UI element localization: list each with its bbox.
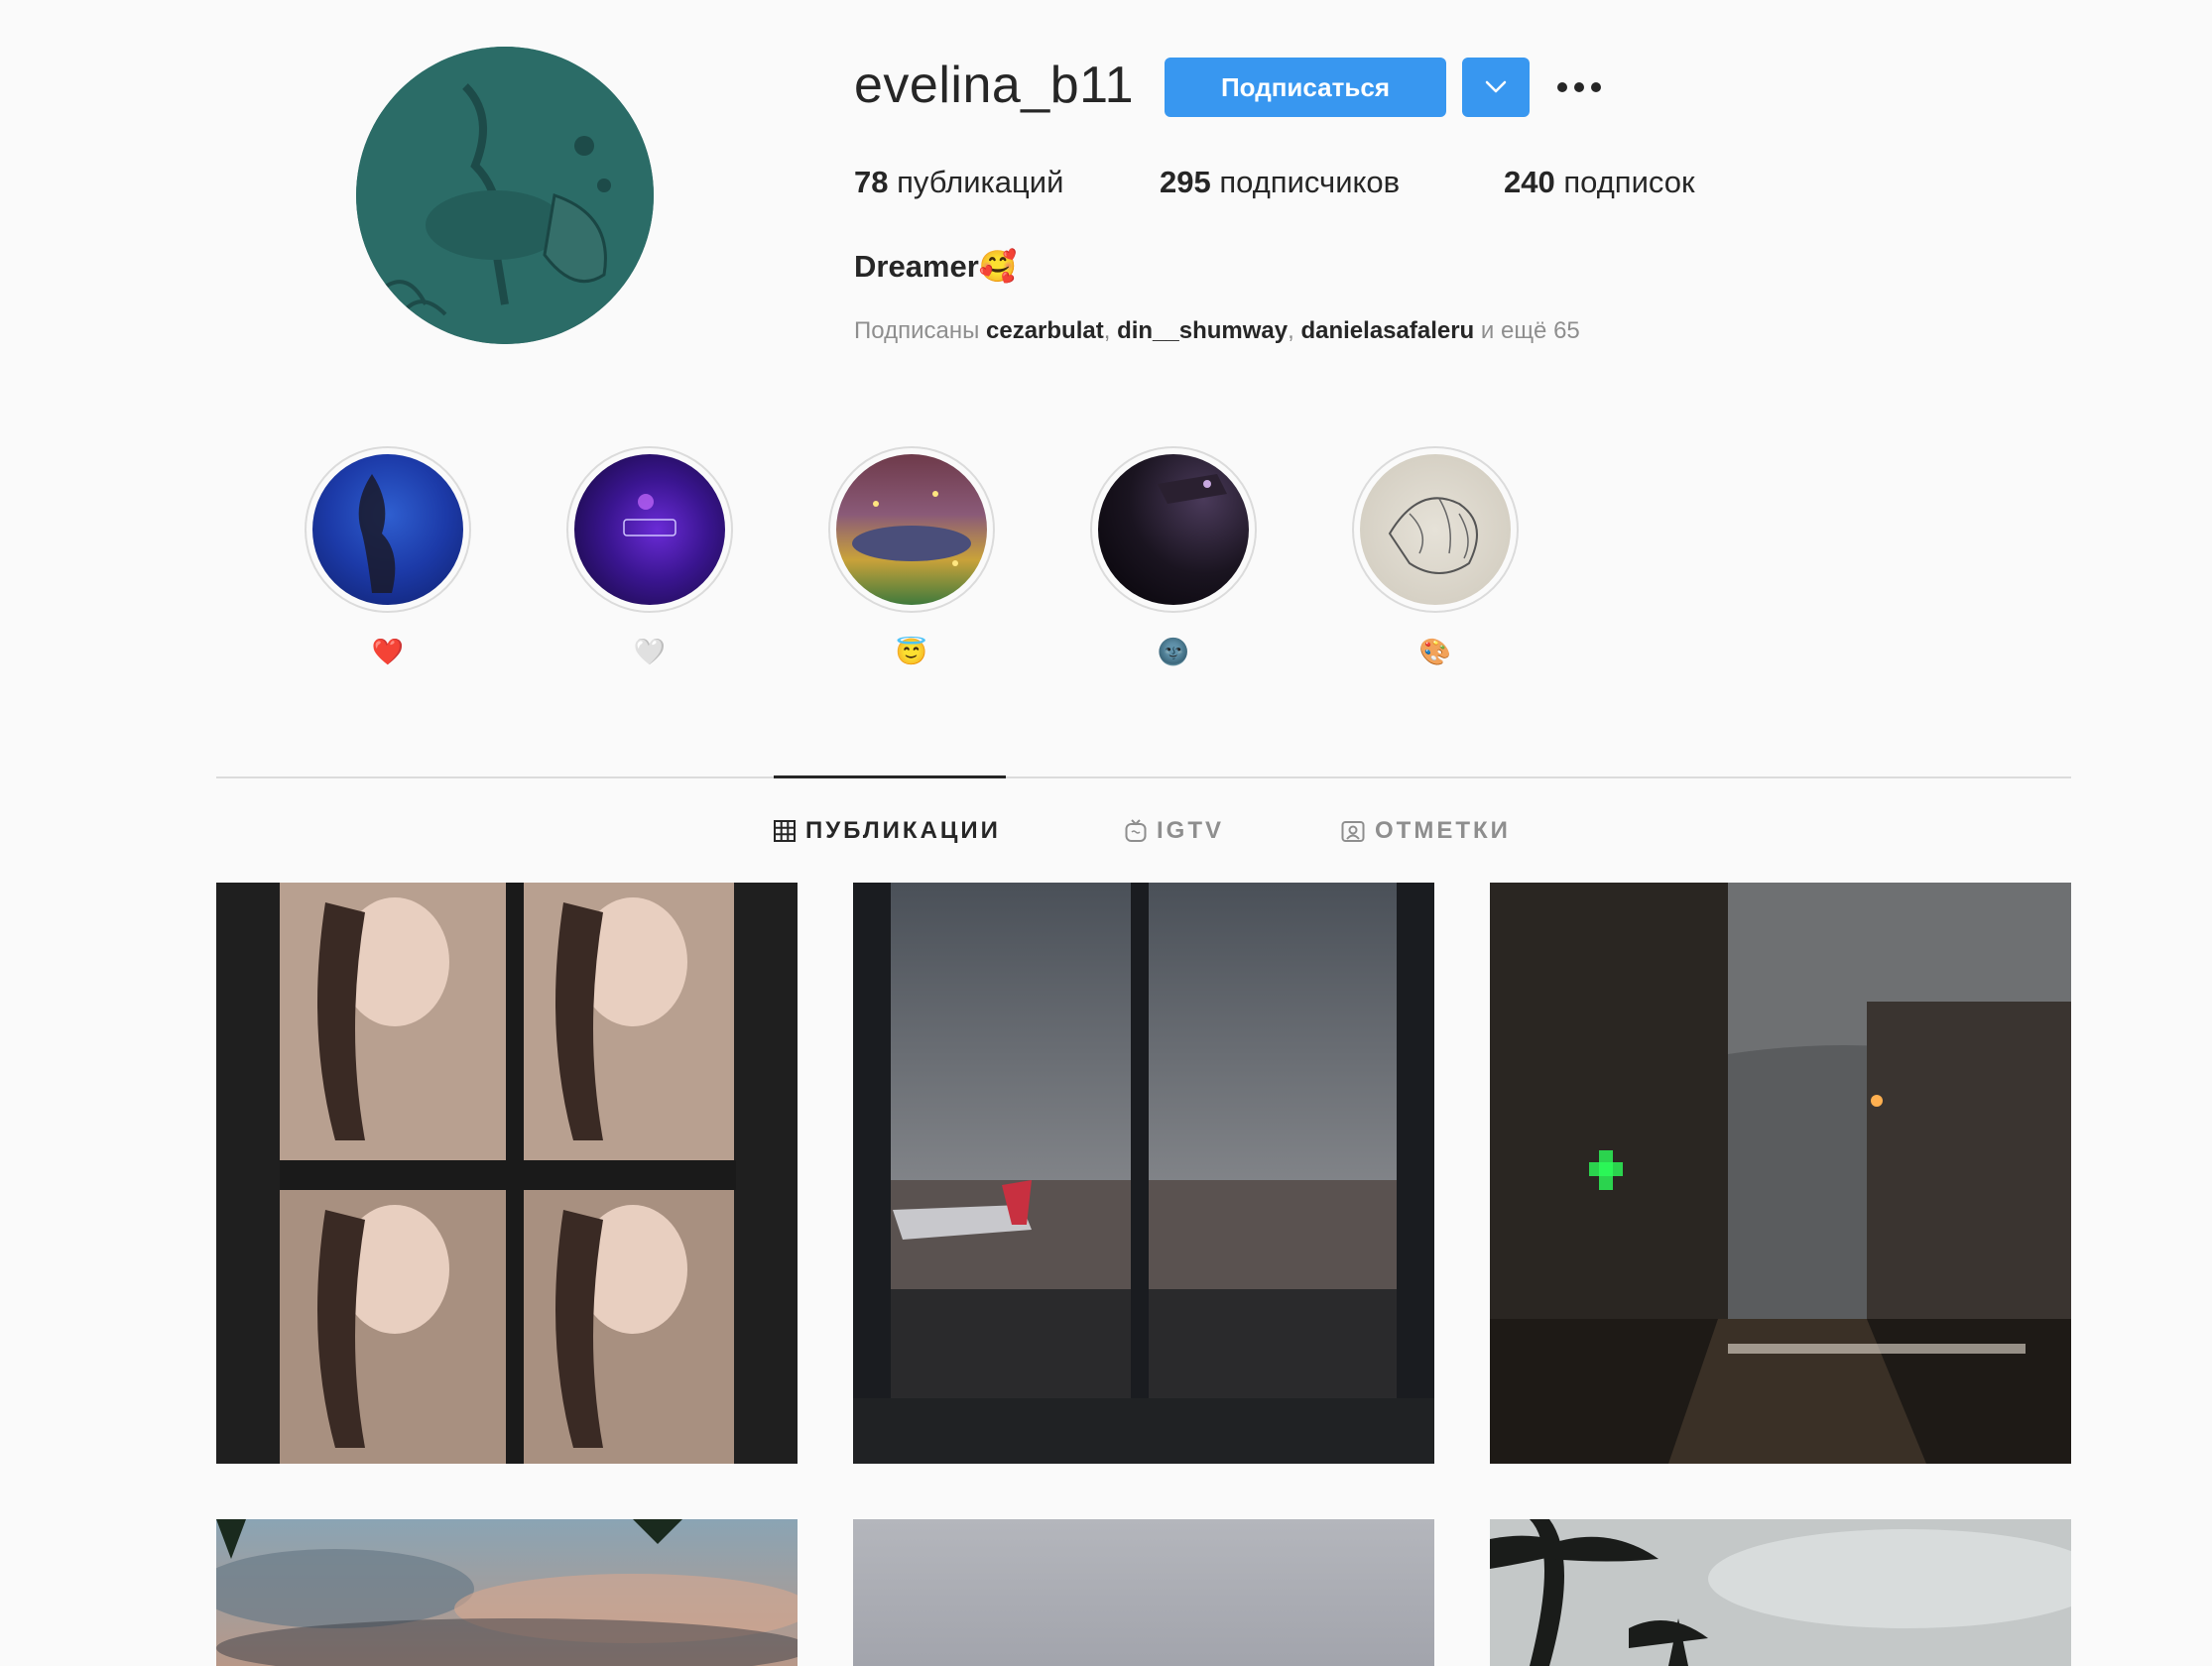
highlight-cover [836,454,987,605]
tab-label: ОТМЕТКИ [1375,817,1511,844]
story-highlight[interactable] [305,446,471,613]
post-thumbnail[interactable] [1490,883,2071,1464]
post-thumbnail[interactable] [216,883,798,1464]
post-thumbnail[interactable] [853,883,1434,1464]
profile-username: evelina_b11 [854,57,1135,114]
ellipsis-icon [1557,82,1601,92]
post-image [1490,1519,2071,1666]
profile-avatar[interactable] [356,47,654,344]
stat-label: публикаций [897,165,1064,199]
highlight-cover [312,454,463,605]
highlight-cover [1098,454,1249,605]
highlight-label: 🤍 [633,637,667,666]
followed-by-suffix: и ещё 65 [1480,317,1580,344]
post-image [216,1519,798,1666]
tab-posts[interactable]: ПУБЛИКАЦИИ [774,813,1001,849]
igtv-icon [1125,819,1147,842]
post-image [853,1519,1434,1666]
highlight-label: 😇 [895,637,928,666]
post-image [216,883,798,1464]
post-thumbnail[interactable] [216,1519,798,1666]
story-highlight[interactable] [1090,446,1257,613]
stat-count: 78 [854,165,889,199]
highlight-cover-art [1388,497,1478,574]
grid-icon [774,820,796,842]
story-highlight[interactable] [566,446,733,613]
tagged-icon [1341,821,1365,842]
tab-igtv[interactable]: IGTV [1125,813,1224,849]
stat-count: 240 [1504,165,1555,199]
highlight-cover [1360,454,1511,605]
stat-label: подписчиков [1219,165,1401,199]
posts-count: 78 публикаций [854,165,1063,200]
following-count[interactable]: 240 подписок [1504,165,1695,200]
highlight-cover-art [1158,474,1227,504]
highlight-cover [574,454,725,605]
post-image [1490,883,2071,1464]
post-thumbnail[interactable] [853,1519,1434,1666]
followed-by[interactable]: Подписаны cezarbulat, din__shumway, dani… [854,317,1580,345]
tab-label: ПУБЛИКАЦИИ [805,817,1001,844]
stat-count: 295 [1160,165,1211,199]
suggestions-dropdown-button[interactable] [1462,58,1530,117]
followed-by-user[interactable]: cezarbulat [986,317,1104,344]
follow-button[interactable]: Подписаться [1165,58,1446,117]
followed-by-user[interactable]: danielasafaleru [1300,317,1474,344]
highlight-cover-art [623,494,676,536]
post-thumbnail[interactable] [1490,1519,2071,1666]
story-highlight[interactable] [828,446,995,613]
highlight-cover-art [358,474,396,593]
post-image [853,883,1434,1464]
chevron-down-icon [1485,80,1507,93]
highlight-label: ❤️ [371,637,405,666]
tabs-divider [216,776,2071,778]
followers-count[interactable]: 295 подписчиков [1160,165,1400,200]
highlight-label: 🎨 [1418,637,1452,666]
tab-tagged[interactable]: ОТМЕТКИ [1341,813,1511,849]
tab-label: IGTV [1157,817,1225,844]
more-options-button[interactable] [1555,73,1603,101]
avatar-illustration [356,47,654,344]
followed-by-prefix: Подписаны [854,317,980,344]
highlight-label: 🌚 [1157,637,1190,666]
highlight-cover-art [852,491,971,566]
followed-by-user[interactable]: din__shumway [1117,317,1288,344]
active-tab-indicator [774,775,1006,778]
bio-name: Dreamer🥰 [854,249,1018,284]
stat-label: подписок [1563,165,1695,199]
story-highlight[interactable] [1352,446,1519,613]
